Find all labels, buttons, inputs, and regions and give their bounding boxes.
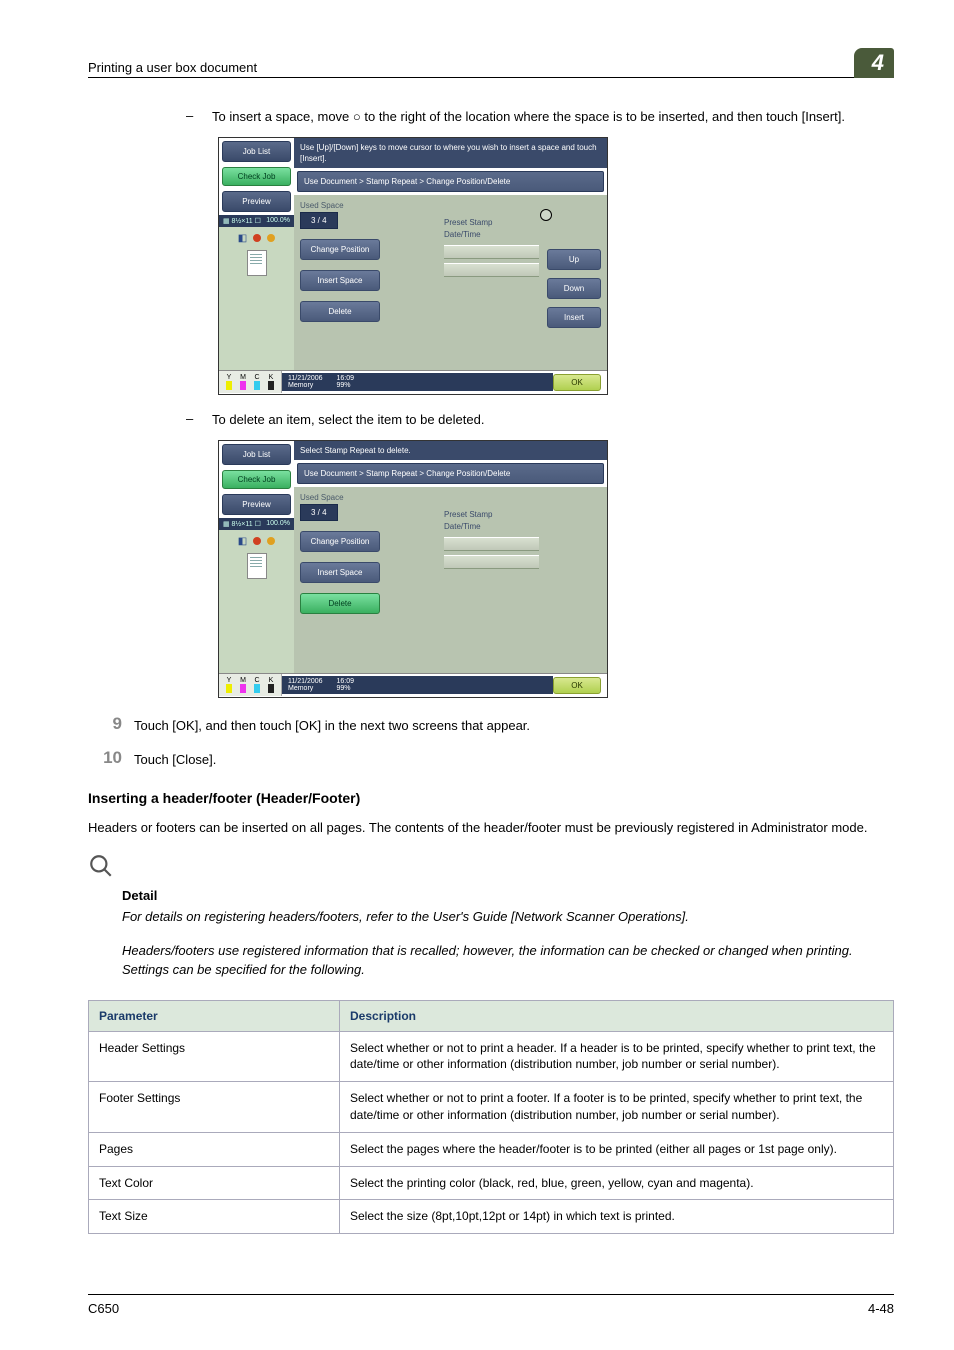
page-footer: C650 4-48 xyxy=(88,1294,894,1316)
insert-space-button[interactable]: Insert Space xyxy=(300,562,380,583)
instruction-message: Use [Up]/[Down] keys to move cursor to w… xyxy=(294,138,607,168)
stamp-preset: Preset Stamp xyxy=(444,217,539,229)
stamp-datetime: Date/Time xyxy=(444,229,539,241)
breadcrumb: Use Document > Stamp Repeat > Change Pos… xyxy=(297,171,604,192)
stamp-preset: Preset Stamp xyxy=(444,509,539,521)
counter: 3 / 4 xyxy=(300,212,338,229)
job-list-button[interactable]: Job List xyxy=(222,141,291,162)
check-job-button[interactable]: Check Job xyxy=(222,470,291,489)
status-bar: 11/21/2006Memory 16:0999% xyxy=(282,373,553,391)
note-insert-space: – To insert a space, move ○ to the right… xyxy=(186,108,894,127)
table-header-description: Description xyxy=(340,1000,894,1031)
stamp-slot xyxy=(444,245,539,259)
table-header-parameter: Parameter xyxy=(89,1000,340,1031)
preview-button[interactable]: Preview xyxy=(222,191,291,212)
note-delete-item: – To delete an item, select the item to … xyxy=(186,411,894,430)
counter: 3 / 4 xyxy=(300,504,338,521)
detail-text-2: Headers/footers use registered informati… xyxy=(122,941,894,980)
check-job-button[interactable]: Check Job xyxy=(222,167,291,186)
breadcrumb: Use Document > Stamp Repeat > Change Pos… xyxy=(297,463,604,484)
paper-indicator: ▦ 8½×11 ☐100.0% xyxy=(219,215,294,227)
status-bar: 11/21/2006Memory 16:0999% xyxy=(282,676,553,694)
table-row: Footer SettingsSelect whether or not to … xyxy=(89,1082,894,1133)
toner-levels: Y M C K xyxy=(219,674,282,696)
parameter-table: Parameter Description Header SettingsSel… xyxy=(88,1000,894,1235)
stamp-slot xyxy=(444,537,539,551)
preview-pane: ◧ xyxy=(219,227,294,370)
detail-heading: Detail xyxy=(122,888,894,903)
used-space-label: Used Space xyxy=(300,201,601,210)
detail-text-1: For details on registering headers/foote… xyxy=(122,907,894,927)
step-10: 10 Touch [Close]. xyxy=(88,748,894,768)
stamp-datetime: Date/Time xyxy=(444,521,539,533)
table-row: Header SettingsSelect whether or not to … xyxy=(89,1031,894,1082)
page-number: 4-48 xyxy=(868,1301,894,1316)
screenshot-delete-item: Job List Check Job Preview ▦ 8½×11 ☐100.… xyxy=(218,440,608,698)
chapter-tab: 4 xyxy=(854,48,894,78)
delete-button[interactable]: Delete xyxy=(300,593,380,614)
table-row: Text ColorSelect the printing color (bla… xyxy=(89,1166,894,1200)
stamp-slot xyxy=(444,263,539,277)
instruction-message: Select Stamp Repeat to delete. xyxy=(294,441,607,460)
header-title: Printing a user box document xyxy=(88,60,854,75)
cursor-indicator xyxy=(540,209,552,221)
ok-button[interactable]: OK xyxy=(553,374,601,391)
toner-levels: Y M C K xyxy=(219,371,282,393)
change-position-button[interactable]: Change Position xyxy=(300,531,380,552)
stamp-slot xyxy=(444,555,539,569)
magnifier-icon xyxy=(88,853,894,886)
down-button[interactable]: Down xyxy=(547,278,601,299)
preview-pane: ◧ xyxy=(219,530,294,673)
used-space-label: Used Space xyxy=(300,493,601,502)
insert-space-button[interactable]: Insert Space xyxy=(300,270,380,291)
change-position-button[interactable]: Change Position xyxy=(300,239,380,260)
table-row: PagesSelect the pages where the header/f… xyxy=(89,1132,894,1166)
section-heading: Inserting a header/footer (Header/Footer… xyxy=(88,790,894,806)
paper-indicator: ▦ 8½×11 ☐100.0% xyxy=(219,518,294,530)
delete-button[interactable]: Delete xyxy=(300,301,380,322)
insert-button[interactable]: Insert xyxy=(547,307,601,328)
preview-button[interactable]: Preview xyxy=(222,494,291,515)
up-button[interactable]: Up xyxy=(547,249,601,270)
model-number: C650 xyxy=(88,1301,119,1316)
page-header: Printing a user box document 4 xyxy=(88,45,894,78)
ok-button[interactable]: OK xyxy=(553,677,601,694)
table-row: Text SizeSelect the size (8pt,10pt,12pt … xyxy=(89,1200,894,1234)
job-list-button[interactable]: Job List xyxy=(222,444,291,465)
detail-callout: Detail For details on registering header… xyxy=(88,853,894,980)
step-9: 9 Touch [OK], and then touch [OK] in the… xyxy=(88,714,894,734)
screenshot-insert-space: Job List Check Job Preview ▦ 8½×11 ☐100.… xyxy=(218,137,608,395)
intro-paragraph: Headers or footers can be inserted on al… xyxy=(88,818,894,838)
